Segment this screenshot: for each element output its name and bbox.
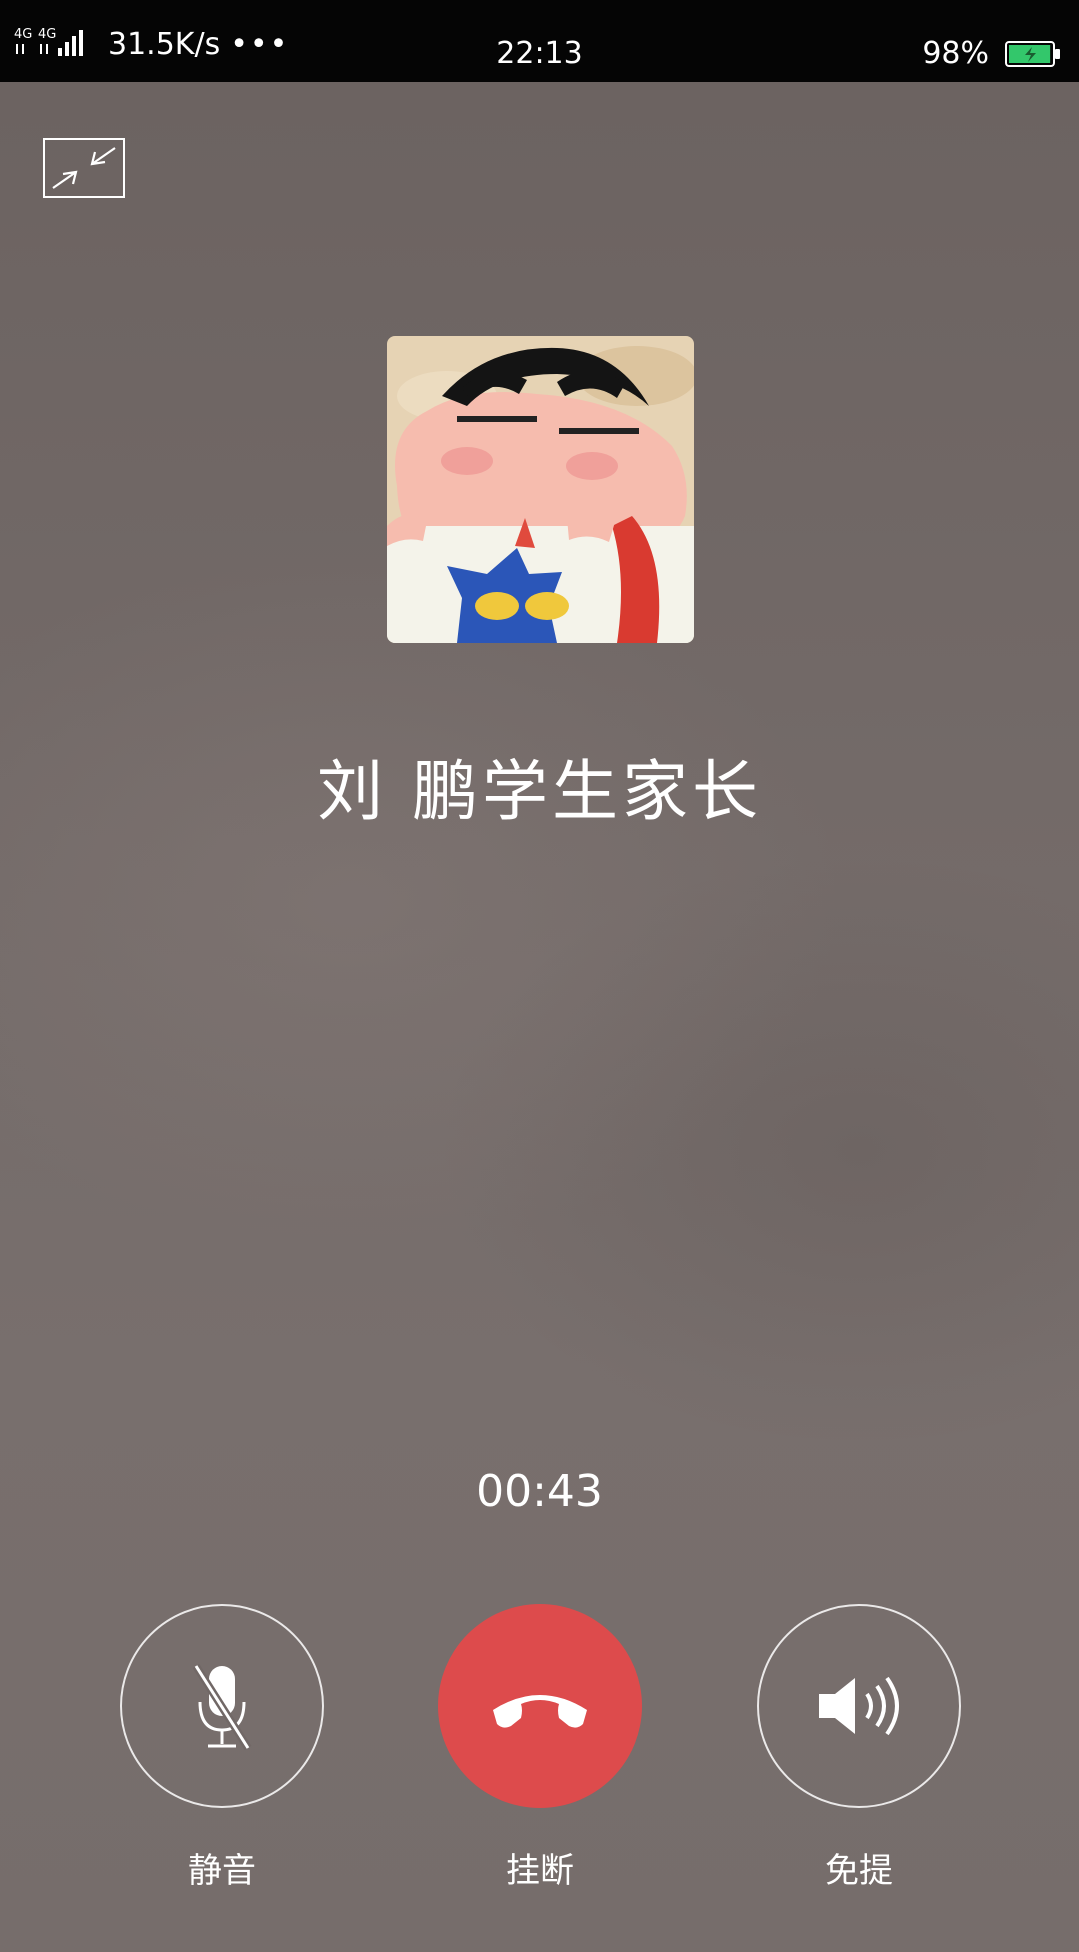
call-timer: 00:43: [476, 1466, 603, 1517]
speaker-icon: [819, 1676, 899, 1736]
minimize-icon: [43, 138, 125, 198]
hangup-label: 挂断: [506, 1851, 574, 1891]
caller-avatar: [387, 336, 694, 643]
phone-hangup-icon: [493, 1695, 587, 1728]
battery-percentage: 98%: [922, 36, 989, 71]
hangup-button[interactable]: [438, 1604, 642, 1808]
mute-label: 静音: [188, 1851, 256, 1891]
battery-charging-icon: [1005, 40, 1060, 67]
status-bar: 4G 4G 31.5K/s ••• 22:13 98%: [0, 0, 1079, 82]
caller-name: 刘 鹏学生家长: [317, 753, 762, 830]
mic-off-icon: [192, 1663, 252, 1751]
mute-button[interactable]: [120, 1604, 324, 1808]
speaker-button[interactable]: [757, 1604, 961, 1808]
avatar-illustration: [387, 336, 694, 643]
minimize-button[interactable]: [43, 138, 125, 198]
speaker-label: 免提: [825, 1851, 893, 1891]
clock: 22:13: [496, 36, 583, 71]
